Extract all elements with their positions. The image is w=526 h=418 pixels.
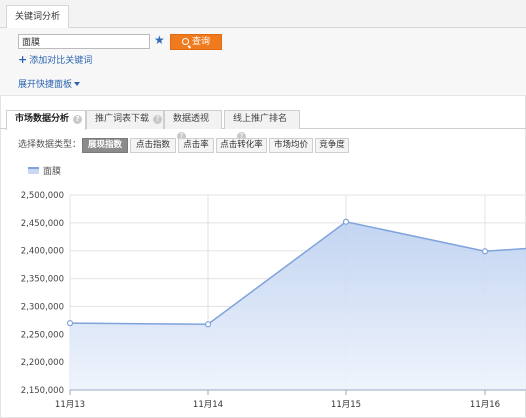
- tab-data-pivot[interactable]: 数据透视?: [164, 110, 222, 141]
- analysis-tabs: 市场数据分析? 推广词表下载? 数据透视? 线上推广排名?: [0, 108, 526, 141]
- data-point: [342, 218, 350, 225]
- expand-panel-label: 展开快捷面板: [18, 80, 73, 90]
- add-compare-keyword-link[interactable]: + 添加对比关键词: [18, 54, 92, 67]
- y-tick-label: 2,350,000: [21, 275, 64, 285]
- data-type-competition[interactable]: 竞争度: [315, 138, 349, 153]
- chart-legend[interactable]: 面膜: [28, 166, 61, 178]
- series-area: [70, 221, 526, 390]
- help-icon[interactable]: ?: [73, 115, 83, 124]
- tab-keyword-download[interactable]: 推广词表下载?: [86, 110, 164, 129]
- query-button[interactable]: 查询: [170, 34, 222, 50]
- y-tick-label: 2,300,000: [21, 302, 64, 312]
- search-panel: ★ 查询 +添加对比关键词 展开快捷面板: [0, 28, 526, 96]
- x-tick-label: 11月14: [193, 400, 223, 410]
- tab-label: 数据透视: [173, 114, 210, 124]
- tab-label: 线上推广排名: [233, 114, 288, 124]
- data-type-label: 选择数据类型：: [18, 140, 82, 150]
- data-type-selector: 选择数据类型： 展现指数 点击指数 点击率 点击转化率 市场均价 竞争度: [0, 136, 526, 156]
- data-type-impression-index[interactable]: 展现指数: [82, 138, 128, 153]
- data-type-click-index[interactable]: 点击指数: [130, 138, 176, 153]
- keyword-input[interactable]: [18, 34, 150, 49]
- search-icon: [181, 38, 189, 45]
- expand-quick-panel-link[interactable]: 展开快捷面板: [18, 80, 81, 91]
- top-tab-bar: 关键词分析: [0, 0, 526, 29]
- data-type-conversion-rate[interactable]: 点击转化率: [216, 138, 267, 153]
- x-tick-label: 11月13: [55, 400, 85, 410]
- y-tick-label: 2,500,000: [21, 191, 64, 201]
- y-tick-label: 2,400,000: [21, 247, 64, 257]
- impression-index-chart: 2,150,000 2,200,000 2,250,000 2,300,000 2,35…: [21, 191, 526, 410]
- y-tick-label: 2,450,000: [21, 219, 64, 229]
- add-compare-label: 添加对比关键词: [29, 56, 93, 66]
- tab-label: 市场数据分析: [15, 114, 70, 124]
- data-point: [481, 248, 489, 255]
- data-point: [66, 320, 74, 327]
- data-point: [204, 321, 212, 328]
- y-tick-label: 2,150,000: [21, 386, 64, 396]
- legend-swatch: [28, 167, 39, 174]
- tab-label: 推广词表下载: [95, 114, 150, 124]
- help-icon[interactable]: ?: [153, 115, 163, 124]
- x-tick-label: 11月15: [331, 400, 361, 410]
- tab-market-data[interactable]: 市场数据分析?: [6, 110, 86, 130]
- y-tick-label: 2,200,000: [21, 358, 64, 368]
- legend-series-name: 面膜: [43, 167, 62, 177]
- data-type-ctr[interactable]: 点击率: [178, 138, 214, 153]
- y-tick-label: 2,250,000: [21, 330, 64, 340]
- chevron-down-icon: [74, 82, 81, 86]
- query-button-label: 查询: [191, 37, 210, 47]
- star-icon[interactable]: ★: [154, 33, 165, 47]
- tab-keyword-analysis[interactable]: 关键词分析: [6, 5, 70, 29]
- x-tick-label: 11月16: [470, 400, 500, 410]
- data-type-avg-price[interactable]: 市场均价: [269, 138, 313, 153]
- tab-online-ranking[interactable]: 线上推广排名?: [224, 110, 300, 141]
- plus-icon: +: [18, 53, 28, 66]
